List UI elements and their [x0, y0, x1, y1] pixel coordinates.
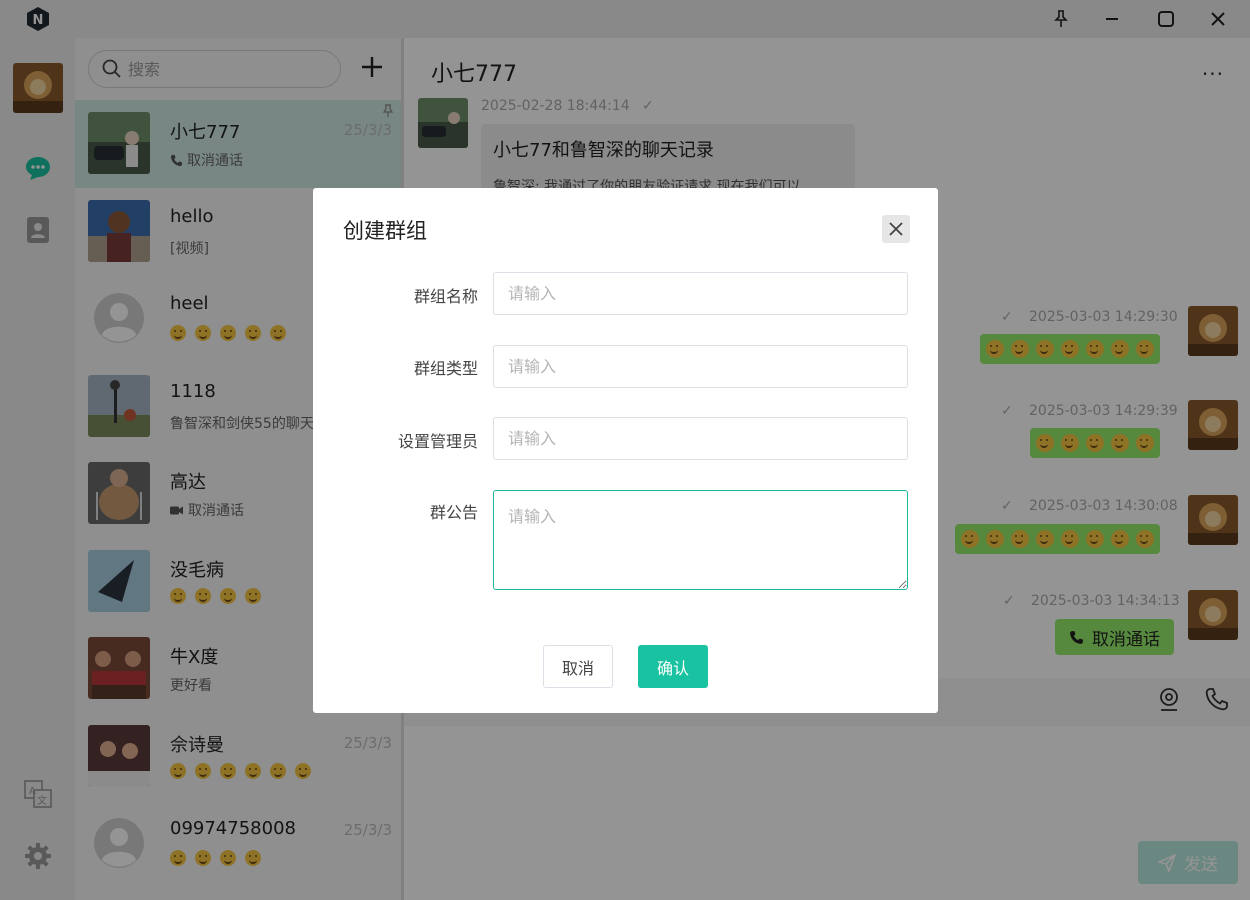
group-type-input[interactable] [493, 345, 908, 388]
announcement-label: 群公告 [429, 503, 478, 522]
group-name-input[interactable] [493, 272, 908, 315]
create-group-dialog: 创建群组 群组名称 群组类型 设置管理员 群公告 取消 确认 [313, 188, 938, 713]
cancel-button[interactable]: 取消 [543, 645, 613, 688]
admin-input[interactable] [493, 417, 908, 460]
confirm-button[interactable]: 确认 [638, 645, 708, 688]
close-icon [889, 222, 903, 236]
group-type-label: 群组类型 [413, 359, 478, 378]
close-dialog-button[interactable] [882, 215, 910, 243]
admin-label: 设置管理员 [397, 432, 478, 451]
group-name-label: 群组名称 [413, 287, 478, 306]
dialog-title: 创建群组 [343, 219, 427, 243]
announcement-textarea[interactable] [493, 490, 908, 590]
